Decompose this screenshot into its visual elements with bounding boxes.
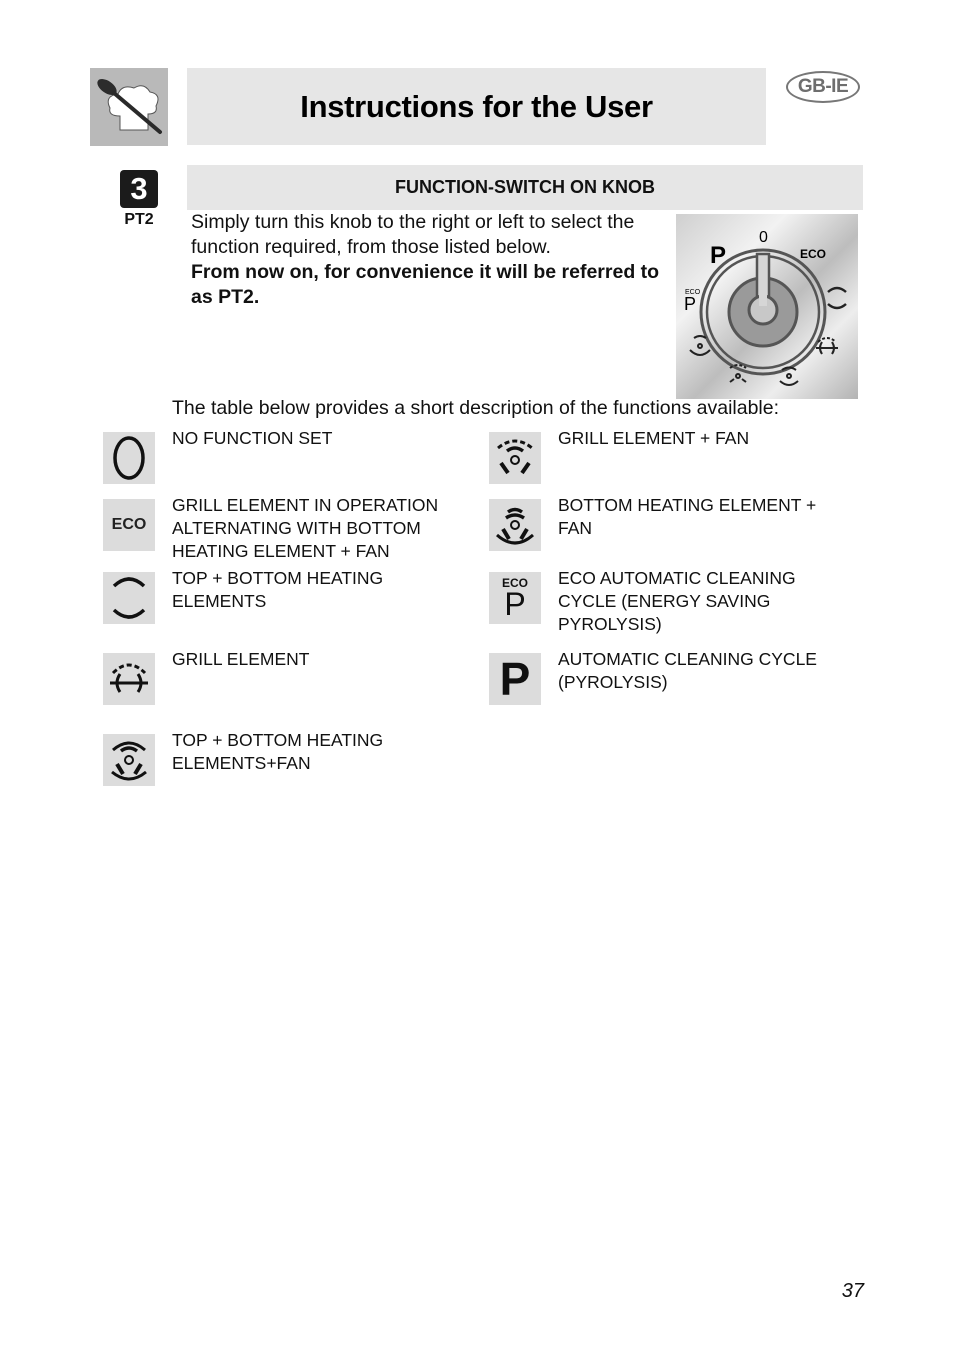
knob-top-bottom-heating-icon — [827, 286, 847, 310]
pyrolysis-icon: P — [489, 653, 541, 705]
eco-pyrolysis-icon-p: P — [504, 586, 526, 622]
pyrolysis-icon-p: P — [499, 653, 531, 705]
eco-icon: ECO — [103, 499, 155, 551]
grill-fan-icon — [489, 432, 541, 484]
function-knob-illustration: 0 P ECO ECO P — [676, 214, 858, 399]
function-description: TOP + BOTTOM HEATING ELEMENTS — [172, 568, 384, 611]
function-description: BOTTOM HEATING ELEMENT + FAN — [558, 495, 817, 538]
function-description: ECO AUTOMATIC CLEANING CYCLE (ENERGY SAV… — [558, 568, 796, 634]
table-intro: The table below provides a short descrip… — [172, 397, 780, 419]
knob-label-p: P — [710, 242, 726, 269]
intro-paragraph: Simply turn this knob to the right or le… — [191, 210, 666, 310]
function-description: TOP + BOTTOM HEATING ELEMENTS+FAN — [172, 730, 384, 773]
function-description: AUTOMATIC CLEANING CYCLE (PYROLYSIS) — [558, 649, 817, 692]
knob-label-eco-p: P — [684, 294, 696, 314]
grill-element-icon — [103, 653, 155, 705]
knob-label-zero: 0 — [759, 229, 768, 246]
function-description: GRILL ELEMENT + FAN — [558, 428, 750, 448]
function-description: NO FUNCTION SET — [172, 428, 333, 448]
chef-hat-spoon-icon — [90, 68, 168, 146]
language-badge-label: GB-IE — [797, 76, 849, 97]
zero-icon — [103, 432, 155, 484]
section-number: 3 — [130, 171, 148, 206]
intro-bold-text: From now on, for convenience it will be … — [191, 261, 660, 308]
function-description: GRILL ELEMENT — [172, 649, 310, 669]
section-sub-label: PT2 — [124, 211, 154, 228]
function-description: GRILL ELEMENT IN OPERATION ALTERNATING W… — [172, 495, 439, 561]
bottom-fan-icon — [489, 499, 541, 551]
section-number-badge: 3 — [120, 170, 158, 208]
section-heading: FUNCTION-SWITCH ON KNOB — [395, 177, 655, 197]
page-title-bar: Instructions for the User — [187, 68, 766, 145]
section-heading-bar: FUNCTION-SWITCH ON KNOB — [187, 165, 863, 210]
page-title: Instructions for the User — [300, 88, 653, 124]
knob-bottom-fan-icon — [779, 366, 799, 386]
knob-grill-icon — [816, 337, 838, 355]
language-badge: GB-IE — [786, 71, 860, 103]
top-bottom-fan-icon — [103, 734, 155, 786]
eco-icon-label: ECO — [111, 516, 147, 533]
knob-label-eco: ECO — [800, 247, 826, 261]
page-number: 37 — [841, 1280, 864, 1302]
top-bottom-heating-icon — [103, 572, 155, 624]
intro-text: Simply turn this knob to the right or le… — [191, 211, 635, 258]
eco-pyrolysis-icon: ECO P — [489, 572, 541, 624]
